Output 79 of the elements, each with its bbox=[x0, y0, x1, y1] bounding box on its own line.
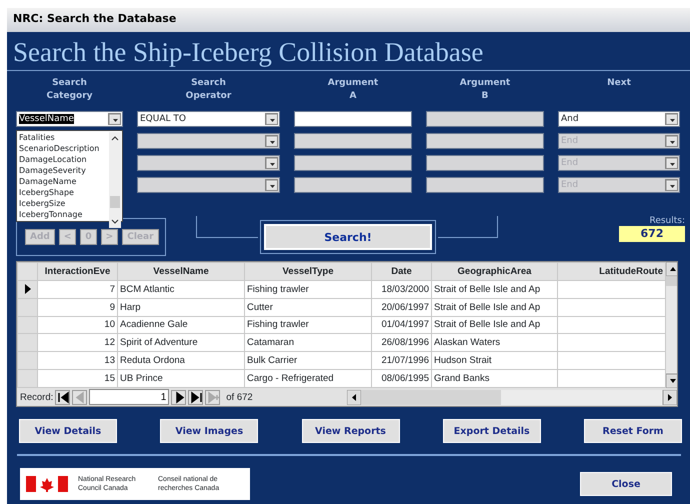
dropdown-arrow-icon[interactable] bbox=[265, 113, 278, 125]
column-label: Argument A bbox=[328, 77, 378, 103]
column-label: Search Category bbox=[46, 77, 92, 103]
table-cell: Spirit of Adventure bbox=[118, 334, 244, 352]
column-header[interactable]: VesselType bbox=[244, 262, 372, 280]
dropdown-field[interactable]: EQUAL TO bbox=[137, 111, 280, 127]
dropdown-arrow-icon[interactable] bbox=[108, 113, 121, 125]
table-cell: 13 bbox=[38, 352, 118, 370]
table-cell: Harp bbox=[118, 298, 244, 316]
table-cell: 21/07/1996 bbox=[372, 352, 432, 370]
table-cell: 10 bbox=[38, 316, 118, 334]
list-option[interactable]: DamageLocation bbox=[19, 154, 108, 165]
table-cell: 18/03/2000 bbox=[372, 280, 432, 298]
record-count: of 672 bbox=[226, 392, 253, 402]
first-record-icon bbox=[56, 390, 70, 404]
flag-icon bbox=[26, 476, 68, 492]
scroll-bar[interactable] bbox=[666, 262, 677, 388]
list-option[interactable]: Fatalities bbox=[19, 132, 108, 143]
navigation-button[interactable] bbox=[188, 390, 204, 404]
table-cell: Fishing trawler bbox=[244, 280, 372, 298]
dropdown-list[interactable]: Fatalities ScenarioDescription DamageLocation DamageSeverity DamageName IcebergShape IcebergSize IcebergTonnage bbox=[16, 130, 123, 222]
list-option[interactable]: ScenarioDescription bbox=[19, 143, 108, 154]
connector-line bbox=[196, 216, 258, 238]
column-label: Argument B bbox=[460, 77, 510, 103]
last-record-icon bbox=[189, 390, 202, 404]
column-header[interactable]: GeographicArea bbox=[432, 262, 558, 280]
results-label: Results: bbox=[649, 216, 685, 226]
table-cell: 01/04/1997 bbox=[372, 316, 432, 334]
table-cell: BCM Atlantic bbox=[118, 280, 244, 298]
record-selector[interactable] bbox=[18, 280, 38, 298]
table-cell: 7 bbox=[38, 280, 118, 298]
table-cell: 26/08/1996 bbox=[372, 334, 432, 352]
table-cell: Cutter bbox=[244, 298, 372, 316]
list-option[interactable]: IcebergSize bbox=[19, 198, 108, 209]
prev-record-icon bbox=[73, 390, 86, 404]
action-button[interactable]: View Details bbox=[19, 419, 117, 443]
table-cell: Strait of Belle Isle and Ap bbox=[432, 298, 558, 316]
text-field[interactable] bbox=[294, 111, 412, 127]
table-cell: 20/06/1997 bbox=[372, 298, 432, 316]
connector-line bbox=[438, 216, 498, 238]
table-cell: Alaskan Waters bbox=[432, 334, 558, 352]
results-count: 672 bbox=[619, 226, 685, 242]
page-heading: Search the Ship-Iceberg Collision Database bbox=[7, 32, 690, 71]
table-cell: Bulk Carrier bbox=[244, 352, 372, 370]
list-option[interactable]: DamageSeverity bbox=[19, 165, 108, 176]
window-title: NRC: Search the Database bbox=[7, 8, 690, 32]
list-option[interactable]: DamageName bbox=[19, 176, 108, 187]
column-header[interactable]: LatitudeRoute bbox=[558, 262, 666, 280]
action-button[interactable]: Reset Form bbox=[584, 419, 682, 443]
dropdown-arrow-icon[interactable] bbox=[665, 113, 678, 125]
current-record-icon bbox=[24, 284, 32, 294]
new-record-icon bbox=[206, 390, 220, 404]
list-option[interactable]: IcebergShape bbox=[19, 187, 108, 198]
record-label: Record: bbox=[20, 392, 54, 402]
record-number-field[interactable]: 1 bbox=[89, 389, 170, 405]
dropdown-field[interactable]: VesselName bbox=[16, 111, 123, 127]
column-label: Next bbox=[607, 77, 631, 90]
list-option[interactable]: IcebergTonnage bbox=[19, 209, 108, 220]
table-cell: 12 bbox=[38, 334, 118, 352]
column-label: Search Operator bbox=[186, 77, 232, 103]
table-cell: Strait of Belle Isle and Ap bbox=[432, 316, 558, 334]
action-button[interactable]: View Reports bbox=[302, 419, 400, 443]
navigation-button[interactable] bbox=[171, 390, 186, 404]
table-cell: Strait of Belle Isle and Ap bbox=[432, 280, 558, 298]
column-header[interactable]: Date bbox=[372, 262, 432, 280]
table-cell: Hudson Strait bbox=[432, 352, 558, 370]
table-cell: Catamaran bbox=[244, 334, 372, 352]
column-header[interactable]: InteractionEve bbox=[38, 262, 118, 280]
action-button[interactable]: View Images bbox=[160, 419, 258, 443]
close-button[interactable]: Close bbox=[580, 472, 672, 496]
action-button[interactable]: Export Details bbox=[442, 419, 541, 443]
table-cell: Reduta Ordona bbox=[118, 352, 244, 370]
dropdown-field[interactable]: And bbox=[558, 111, 680, 127]
column-header[interactable]: VesselName bbox=[118, 262, 244, 280]
table-cell: 9 bbox=[38, 298, 118, 316]
navigation-button[interactable] bbox=[55, 390, 70, 404]
horizontal-scroll-bar[interactable] bbox=[347, 390, 677, 404]
table-cell: Fishing trawler bbox=[244, 316, 372, 334]
table-cell: Acadienne Gale bbox=[118, 316, 244, 334]
